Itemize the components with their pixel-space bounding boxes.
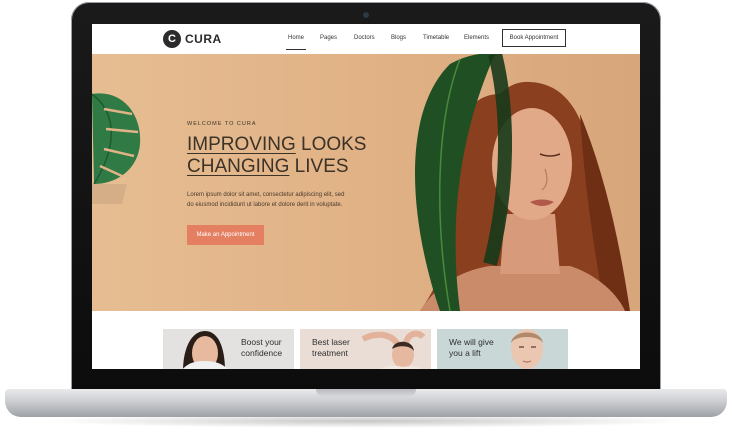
hero-body-text: Lorem ipsum dolor sit amet, consectetur … xyxy=(187,190,357,210)
card-2-line-1: Best laser xyxy=(312,337,350,347)
headline-word-changing: CHANGING xyxy=(187,156,290,177)
service-cards: Boost your confidence Best laser treatme… xyxy=(92,311,640,369)
card-3-text: We will give you a lift xyxy=(449,337,494,359)
nav-item-elements[interactable]: Elements xyxy=(464,35,489,41)
card-3-line-1: We will give xyxy=(449,337,494,347)
card-3-line-2: you a lift xyxy=(449,348,481,358)
headline-word-improving: IMPROVING xyxy=(187,134,296,155)
man-portrait-thumbnail xyxy=(511,329,543,369)
hero-eyebrow: WELCOME TO CURA xyxy=(187,121,257,127)
service-card-2[interactable]: Best laser treatment xyxy=(300,329,431,369)
woman-arms-up-thumbnail xyxy=(361,330,426,369)
card-2-text: Best laser treatment xyxy=(312,337,350,359)
hero-section: WELCOME TO CURA IMPROVING LOOKS CHANGING… xyxy=(92,54,640,311)
card-2-line-2: treatment xyxy=(312,348,348,358)
laptop-screen: C CURA Home Pages Doctors Blogs Timetabl… xyxy=(92,24,640,369)
woman-portrait-illustration xyxy=(415,54,630,311)
make-appointment-button[interactable]: Make an Appointment xyxy=(187,225,264,245)
card-1-text: Boost your confidence xyxy=(241,337,282,359)
card-1-line-2: confidence xyxy=(241,348,283,358)
logo-mark-icon: C xyxy=(163,30,181,48)
nav-item-timetable[interactable]: Timetable xyxy=(423,35,449,41)
stage: C CURA Home Pages Doctors Blogs Timetabl… xyxy=(0,0,732,441)
camera-icon xyxy=(363,12,369,18)
hero-headline: IMPROVING LOOKS CHANGING LIVES xyxy=(187,134,366,178)
hero-body-line-2: do eiusmod incididunt ut labore et dolor… xyxy=(187,202,343,208)
nav-item-blogs[interactable]: Blogs xyxy=(391,35,406,41)
nav-item-home[interactable]: Home xyxy=(285,35,307,50)
hero-body-line-1: Lorem ipsum dolor sit amet, consectetur … xyxy=(187,192,345,198)
monstera-leaf-illustration xyxy=(92,93,141,204)
laptop-notch xyxy=(316,389,416,397)
service-card-3[interactable]: We will give you a lift xyxy=(437,329,568,369)
headline-word-looks: LOOKS xyxy=(295,134,367,155)
nav-item-doctors[interactable]: Doctors xyxy=(354,35,375,41)
top-navigation: C CURA Home Pages Doctors Blogs Timetabl… xyxy=(92,24,640,54)
nav-item-pages[interactable]: Pages xyxy=(320,35,337,41)
logo-text: CURA xyxy=(185,32,222,46)
card-1-line-1: Boost your xyxy=(241,337,282,347)
woman-portrait-thumbnail xyxy=(182,331,228,369)
service-card-1[interactable]: Boost your confidence xyxy=(163,329,294,369)
book-appointment-button[interactable]: Book Appointment xyxy=(502,29,566,47)
headline-word-lives: LIVES xyxy=(289,156,349,177)
logo[interactable]: C CURA xyxy=(163,30,222,48)
